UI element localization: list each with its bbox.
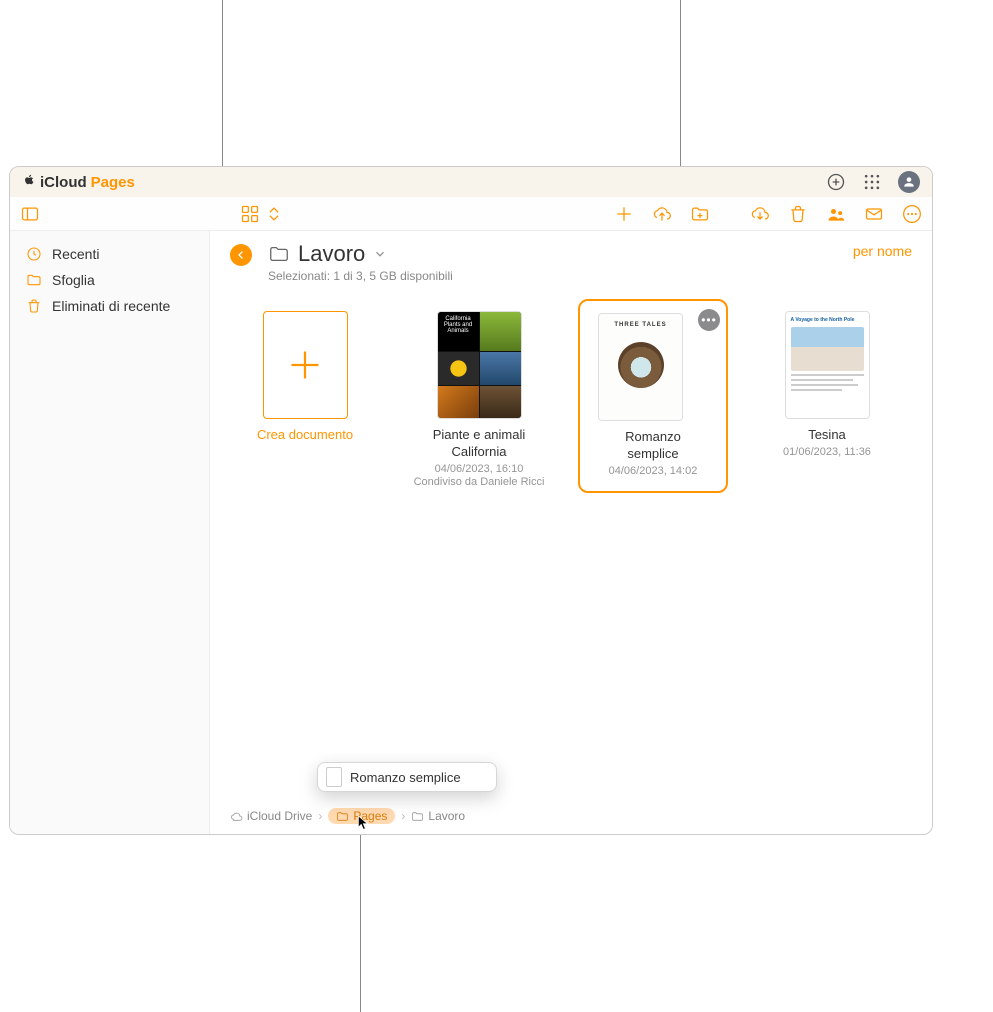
view-toggle-icon[interactable] bbox=[240, 204, 260, 224]
sidebar-item-label: Sfoglia bbox=[52, 272, 95, 288]
document-thumbnail: California Plants and Animals bbox=[437, 311, 522, 419]
document-tile-selected[interactable]: ••• THREE TALES Romanzo semplice 04/06/2… bbox=[578, 311, 728, 493]
apple-logo-icon bbox=[22, 173, 36, 191]
sidebar-item-label: Recenti bbox=[52, 246, 99, 262]
chevron-left-icon bbox=[235, 249, 247, 261]
thumbnail-title: THREE TALES bbox=[614, 322, 666, 328]
upload-cloud-icon[interactable] bbox=[652, 204, 672, 224]
sidebar-item-browse[interactable]: Sfoglia bbox=[16, 267, 203, 293]
sidebar-item-trash[interactable]: Eliminati di recente bbox=[16, 293, 203, 319]
document-date: 04/06/2023, 14:02 bbox=[598, 465, 708, 477]
document-thumbnail: THREE TALES bbox=[598, 313, 683, 421]
main: Lavoro Selezionati: 1 di 3, 5 GB disponi… bbox=[210, 231, 932, 834]
app-brand: iCloud Pages bbox=[22, 173, 135, 191]
sidebar-item-label: Eliminati di recente bbox=[52, 298, 170, 314]
drag-preview-thumb bbox=[326, 767, 342, 787]
document-date: 01/06/2023, 11:36 bbox=[783, 446, 871, 458]
folder-name: Lavoro bbox=[298, 241, 365, 267]
clock-icon bbox=[26, 246, 42, 262]
plus-icon bbox=[287, 347, 323, 383]
folder-icon bbox=[336, 810, 349, 823]
titlebar: iCloud Pages bbox=[10, 167, 932, 197]
create-document-tile[interactable]: Crea documento bbox=[230, 311, 380, 442]
share-people-icon[interactable] bbox=[826, 204, 846, 224]
breadcrumb-item[interactable]: iCloud Drive bbox=[230, 809, 312, 823]
folder-icon bbox=[411, 810, 424, 823]
mail-icon[interactable] bbox=[864, 204, 884, 224]
toolbar bbox=[10, 197, 932, 231]
selection-status: Selezionati: 1 di 3, 5 GB disponibili bbox=[268, 269, 453, 283]
document-shared-by: Condiviso da Daniele Ricci bbox=[414, 476, 545, 488]
brand-app: Pages bbox=[91, 174, 135, 191]
more-circle-icon[interactable] bbox=[902, 204, 922, 224]
document-name: Romanzo semplice bbox=[598, 429, 708, 463]
document-name: Piante e animali California bbox=[404, 427, 554, 461]
titlebar-right bbox=[826, 171, 920, 193]
download-cloud-icon[interactable] bbox=[750, 204, 770, 224]
new-folder-icon[interactable] bbox=[690, 204, 710, 224]
document-date: 04/06/2023, 16:10 bbox=[435, 463, 524, 475]
breadcrumb-item[interactable]: Lavoro bbox=[411, 809, 465, 823]
drag-preview: Romanzo semplice bbox=[317, 762, 497, 792]
breadcrumb-separator: › bbox=[318, 809, 322, 823]
create-document-label: Crea documento bbox=[257, 427, 353, 442]
toggle-sidebar-icon[interactable] bbox=[20, 204, 40, 224]
breadcrumb-label: Lavoro bbox=[428, 809, 465, 823]
trash-icon bbox=[26, 298, 42, 314]
brand-icloud: iCloud bbox=[40, 174, 87, 191]
view-sort-icon[interactable] bbox=[264, 204, 284, 224]
thumbnail-title: A Voyage to the North Pole bbox=[791, 317, 864, 323]
sort-button[interactable]: per nome bbox=[853, 243, 912, 259]
breadcrumb-label: iCloud Drive bbox=[247, 809, 312, 823]
ellipsis-icon: ••• bbox=[701, 314, 717, 326]
callout-line bbox=[360, 835, 361, 1012]
drag-preview-label: Romanzo semplice bbox=[350, 770, 461, 785]
chevron-down-icon bbox=[373, 247, 387, 261]
sidebar-item-recents[interactable]: Recenti bbox=[16, 241, 203, 267]
folder-icon bbox=[268, 243, 290, 265]
document-tile[interactable]: A Voyage to the North Pole Tesina 01/06/… bbox=[752, 311, 902, 458]
apps-grid-icon[interactable] bbox=[862, 172, 882, 192]
document-tile[interactable]: California Plants and Animals Piante e a… bbox=[404, 311, 554, 488]
document-grid: Crea documento California Plants and Ani… bbox=[210, 283, 932, 521]
folder-title[interactable]: Lavoro bbox=[268, 241, 453, 267]
app-window: iCloud Pages bbox=[9, 166, 933, 835]
trash-icon[interactable] bbox=[788, 204, 808, 224]
cursor-pointer-icon bbox=[357, 814, 371, 832]
main-header: Lavoro Selezionati: 1 di 3, 5 GB disponi… bbox=[210, 231, 932, 283]
cloud-icon bbox=[230, 810, 243, 823]
more-actions-badge[interactable]: ••• bbox=[698, 309, 720, 331]
create-document-box[interactable] bbox=[263, 311, 348, 419]
add-circle-icon[interactable] bbox=[826, 172, 846, 192]
back-button[interactable] bbox=[230, 244, 252, 266]
document-name: Tesina bbox=[808, 427, 846, 444]
sidebar: Recenti Sfoglia Eliminati di recente bbox=[10, 231, 210, 834]
document-thumbnail: A Voyage to the North Pole bbox=[785, 311, 870, 419]
breadcrumb: iCloud Drive › Pages › Lavoro bbox=[230, 808, 465, 824]
account-avatar-icon[interactable] bbox=[898, 171, 920, 193]
thumbnail-title: California Plants and Animals bbox=[438, 312, 479, 351]
new-plus-icon[interactable] bbox=[614, 204, 634, 224]
folder-icon bbox=[26, 272, 42, 288]
breadcrumb-separator: › bbox=[401, 809, 405, 823]
body: Recenti Sfoglia Eliminati di recente La bbox=[10, 231, 932, 834]
